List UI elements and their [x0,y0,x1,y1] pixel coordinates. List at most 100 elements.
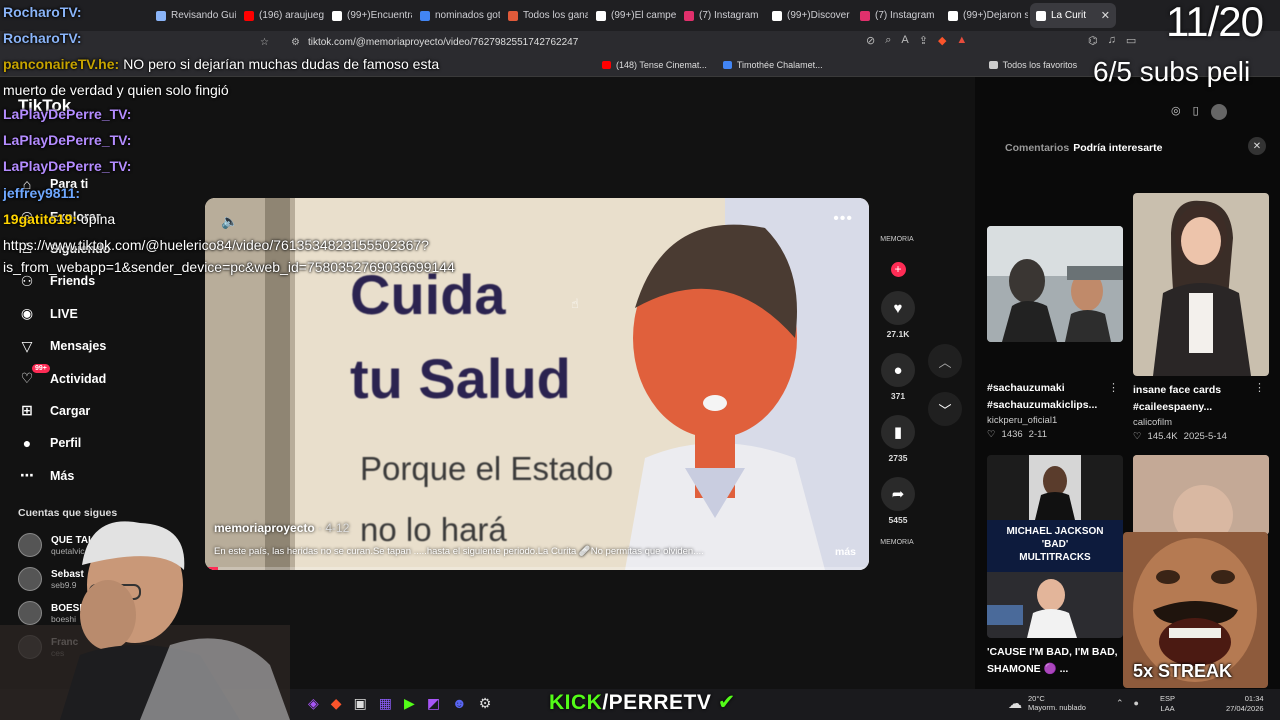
bookmark-item[interactable]: Todos los favoritos [988,60,1077,70]
nav-item[interactable]: ● Perfil [14,427,184,459]
folder-icon [988,60,998,69]
chat-text: is_from_webapp=1&sender_device=pc&web_id… [3,259,455,275]
clock[interactable]: 01:34 27/04/2026 [1226,694,1264,714]
browser-tab[interactable]: La Curit ✕ [1030,3,1116,28]
browser-tab[interactable]: Todos los gana [502,3,588,28]
tab-label: (196) araujueg [259,10,324,21]
rec-title[interactable]: #sachauzumaki #sachauzumakiclips... [987,380,1123,414]
browser-tab[interactable]: nominados got [414,3,500,28]
recommendation-card[interactable]: ⋮ insane face cards #caileespaeny... cal… [1133,193,1269,442]
browser-tab[interactable]: (99+)Dejaron s [942,3,1028,28]
site-info-icon[interactable]: ⚙ [291,37,300,48]
panel-avatar[interactable] [1210,104,1227,120]
video-progress-bar[interactable] [205,567,869,570]
volume-icon[interactable]: 🔈 [221,213,238,230]
rec-thumbnail[interactable] [1133,455,1269,535]
nav-item[interactable]: ♡ Actividad 99+ [14,362,184,394]
scroll-down-button[interactable]: ﹀ [928,392,962,426]
app-icon[interactable]: ◈ [308,695,319,712]
rec-author[interactable]: kickperu_oficial1 [987,415,1123,426]
like-button[interactable]: ♥ [881,291,915,325]
tray-expand-icon[interactable]: ⌃ [1116,698,1124,709]
nav-item[interactable]: ◉ LIVE [14,298,184,330]
nav-item[interactable]: ⋯ Más [14,460,184,492]
translate-icon[interactable]: A [901,34,908,47]
panel-close-button[interactable]: ✕ [1248,137,1266,155]
next-author-avatar[interactable]: MEMORIA [878,539,916,563]
phone-icon[interactable]: ▯ [1193,104,1199,120]
share-icon[interactable]: ⇪ [919,34,928,47]
tiktok-icon [596,10,606,21]
browser-tab[interactable]: (99+)El campe [590,3,676,28]
rec-title[interactable]: insane face cards #caileespaeny... [1133,382,1269,416]
browser-tab[interactable]: (7) Instagram [678,3,764,28]
chat-text: opina [80,211,116,227]
nav-label: Más [50,468,75,483]
grid-app-icon[interactable]: ▦ [379,695,392,712]
tab-label: (99+)El campe [611,10,676,21]
zoom-icon[interactable]: ⌕ [885,34,891,47]
language-indicator[interactable]: ESP LAA [1160,694,1175,714]
browser-tab[interactable]: (99+)Discover [766,3,852,28]
tiktok-icon [772,10,782,21]
bookmark-star-icon[interactable]: ☆ [260,37,269,48]
bookmark-item[interactable]: Timothée Chalamet... [722,60,823,70]
save-button[interactable]: ▮ [881,415,915,449]
media-icon[interactable]: ♫ [1108,34,1116,47]
mic-icon[interactable]: ● [1134,698,1139,709]
browser-tab[interactable]: (7) Instagram [854,3,940,28]
author-avatar[interactable]: MEMORIA [878,236,916,260]
url-text[interactable]: tiktok.com/@memoriaproyecto/video/762798… [308,37,578,48]
tab-comments[interactable]: Comentarios [1005,142,1069,154]
no-track-icon[interactable]: ⊘ [866,34,875,47]
chat-username: jeffrey9811: [3,185,81,201]
comment-button[interactable]: ● [881,353,915,387]
heart-small-icon: ♡ [987,428,996,440]
extension-icons: ⌬ ♫ ▭ [1088,34,1136,47]
video-player[interactable]: Cuida tu Salud Porque el Estado no lo ha… [205,198,869,570]
browser-tab[interactable]: Revisando Guía [150,3,236,28]
play-app-icon[interactable]: ▶ [404,695,415,712]
settings-icon[interactable]: ⚙ [479,695,492,712]
rec-title[interactable]: 'CAUSE I'M BAD, I'M BAD, SHAMONE 🟣 ... [987,644,1123,678]
tab-close-icon[interactable]: ✕ [1101,9,1110,22]
tab-recommendations[interactable]: Podría interesarte [1073,142,1162,154]
share-count: 5455 [888,515,908,525]
discord-icon[interactable]: ☻ [452,695,467,712]
recommendation-card[interactable]: ⋮ #sachauzumaki #sachauzumakiclips... ki… [987,226,1123,440]
app-icon[interactable]: ▣ [354,695,367,712]
weather-temp: 20°C [1028,694,1045,703]
rec-more-icon[interactable]: ⋮ [1108,381,1119,394]
extension-icon[interactable]: ⌬ [1088,34,1098,47]
rec-thumbnail[interactable] [1133,193,1269,376]
nav-item[interactable]: ▽ Mensajes [14,330,184,362]
rec-thumbnail[interactable]: MICHAEL JACKSON 'BAD' MULTITRACKS [987,455,1123,638]
weather-widget[interactable]: ☁ 20°C Mayorm. nublado [1008,694,1086,713]
sidebar-icon[interactable]: ▭ [1126,34,1136,47]
scroll-up-button[interactable]: ︿ [928,344,962,378]
browser-tab[interactable]: (99+)Encuentra [326,3,412,28]
share-button[interactable]: ➦ [881,477,915,511]
app-icon[interactable]: ◩ [427,695,440,712]
compass-small-icon[interactable]: ◎ [1171,104,1181,120]
rewards-icon[interactable]: ▲ [956,34,967,47]
follow-plus-button[interactable]: + [890,262,906,277]
brave-shield-icon[interactable]: ◆ [938,34,946,47]
brave-icon[interactable]: ◆ [331,695,342,712]
nav-item[interactable]: ⊞ Cargar [14,395,184,427]
share-arrow-icon: ➦ [891,486,905,503]
rec-more-icon[interactable]: ⋮ [1254,381,1265,394]
recommendation-card[interactable] [1133,455,1269,535]
tab-label: (99+)Dejaron s [963,10,1028,21]
rec-thumbnail[interactable] [987,226,1123,342]
tab-label: (99+)Encuentra [347,10,412,21]
rec-author[interactable]: calicofilm [1133,417,1269,428]
browser-tab[interactable]: (196) araujueg [238,3,324,28]
caption-more-link[interactable]: más [835,546,856,558]
recommendation-card[interactable]: MICHAEL JACKSON 'BAD' MULTITRACKS 'CAUSE… [987,455,1123,678]
tab-label: nominados got [435,10,500,21]
headline-line-2: tu Salud [350,347,571,410]
bookmark-item[interactable]: (148) Tense Cinemat... [602,60,707,70]
more-options-icon[interactable]: ••• [833,210,853,228]
tiktok-icon [332,10,342,21]
